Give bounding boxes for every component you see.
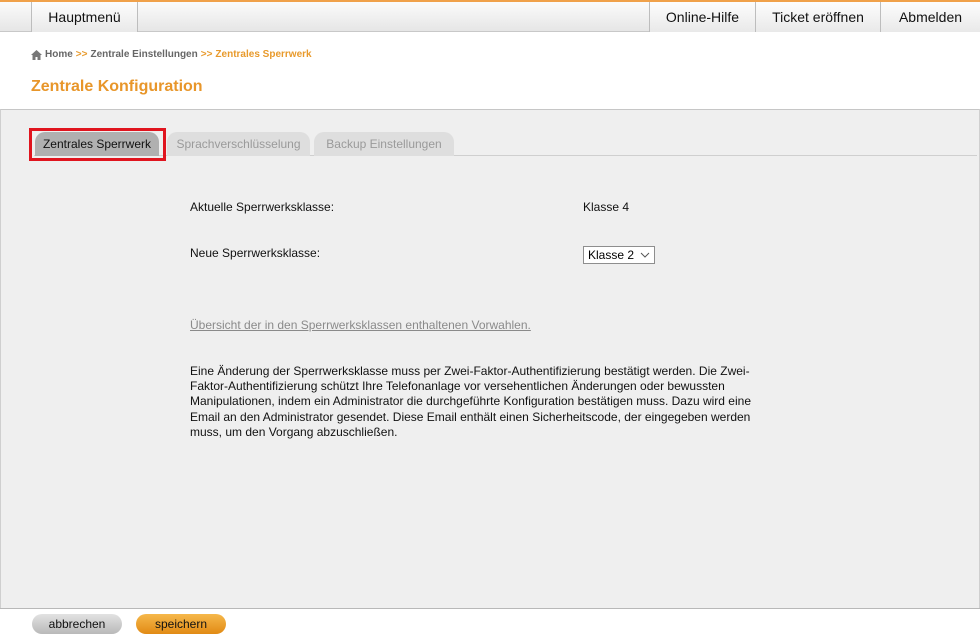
open-ticket-button[interactable]: Ticket eröffnen xyxy=(756,2,881,32)
tab-central-lock[interactable]: Zentrales Sperrwerk xyxy=(35,132,159,156)
page-title: Zentrale Konfiguration xyxy=(31,78,203,95)
top-navigation: Hauptmenü Online-Hilfe Ticket eröffnen A… xyxy=(0,0,980,32)
breadcrumb-separator: >> xyxy=(200,49,213,60)
current-class-label: Aktuelle Sperrwerksklasse: xyxy=(190,200,335,214)
tab-voice-encryption[interactable]: Sprachverschlüsselung xyxy=(167,132,310,156)
new-class-select[interactable]: Klasse 2 xyxy=(583,246,655,264)
breadcrumb: Home >> Zentrale Einstellungen >> Zentra… xyxy=(31,49,312,60)
new-class-selected-value: Klasse 2 xyxy=(588,248,635,262)
tab-backup-settings[interactable]: Backup Einstellungen xyxy=(314,132,454,156)
logout-button[interactable]: Abmelden xyxy=(881,2,980,32)
breadcrumb-central-settings[interactable]: Zentrale Einstellungen xyxy=(90,49,197,60)
breadcrumb-home[interactable]: Home xyxy=(45,49,73,60)
online-help-button[interactable]: Online-Hilfe xyxy=(649,2,756,32)
chevron-down-icon xyxy=(640,252,650,258)
info-text: Eine Änderung der Sperrwerksklasse muss … xyxy=(190,364,751,439)
overview-link[interactable]: Übersicht der in den Sperrwerksklassen e… xyxy=(190,318,531,332)
current-class-value: Klasse 4 xyxy=(583,200,630,214)
breadcrumb-current: Zentrales Sperrwerk xyxy=(215,49,312,60)
main-menu-button[interactable]: Hauptmenü xyxy=(31,2,138,32)
breadcrumb-separator: >> xyxy=(75,49,88,60)
content-panel: Zentrales Sperrwerk Sprachverschlüsselun… xyxy=(0,109,980,608)
home-icon xyxy=(31,49,42,60)
save-button[interactable]: speichern xyxy=(136,614,226,634)
new-class-label: Neue Sperrwerksklasse: xyxy=(190,246,321,260)
footer-bar: abbrechen speichern xyxy=(0,608,980,638)
cancel-button[interactable]: abbrechen xyxy=(32,614,122,634)
